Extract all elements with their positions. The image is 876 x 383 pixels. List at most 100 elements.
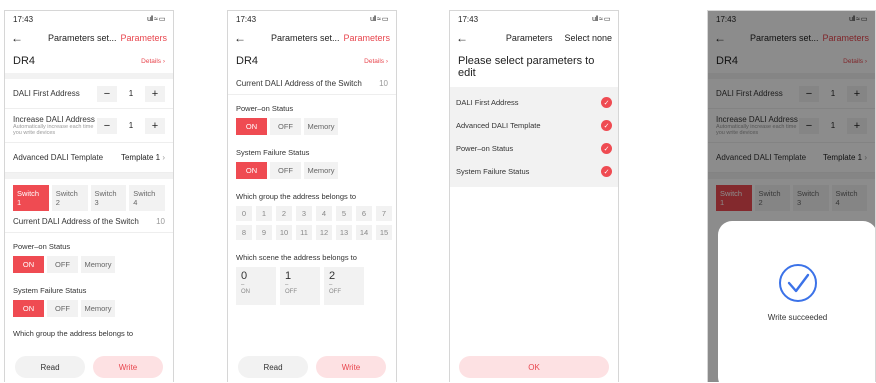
- option-off[interactable]: OFF: [270, 118, 301, 135]
- group-number[interactable]: 6: [356, 206, 372, 221]
- tab-switch-4[interactable]: Switch 4: [129, 185, 165, 211]
- system-failure-label: System Failure Status: [13, 286, 87, 295]
- parameters-button[interactable]: Parameters: [343, 33, 390, 43]
- parameter-item-dali-first-address[interactable]: DALI First Address ✓: [456, 91, 612, 114]
- status-icons: ull ≈ ▭: [147, 16, 165, 23]
- tab-switch-2[interactable]: Switch 2: [51, 185, 88, 211]
- option-memory[interactable]: Memory: [304, 118, 338, 135]
- system-failure-options: ON OFF Memory: [13, 300, 165, 317]
- success-check-icon: [778, 264, 817, 302]
- power-on-section: Power–on Status ON OFF Memory: [228, 95, 396, 139]
- group-number[interactable]: 14: [356, 225, 372, 240]
- status-bar: 17:43 ull ≈ ▭: [450, 11, 618, 27]
- increase-address-label: Increase DALI Address: [13, 114, 95, 124]
- back-arrow-icon[interactable]: ←: [11, 31, 27, 45]
- option-on[interactable]: ON: [13, 300, 44, 317]
- minus-button[interactable]: −: [97, 117, 117, 134]
- option-memory[interactable]: Memory: [304, 162, 338, 179]
- page-title: Parameters set...: [270, 33, 340, 43]
- template-value: Template 1: [120, 153, 161, 162]
- details-link[interactable]: Details ›: [141, 58, 165, 65]
- parameter-item-system-failure[interactable]: System Failure Status ✓: [456, 160, 612, 183]
- group-number[interactable]: 13: [336, 225, 352, 240]
- parameter-label: DALI First Address: [456, 98, 519, 107]
- scene-section: Which scene the address belongs to 0 – O…: [228, 244, 396, 309]
- device-name: DR4: [236, 55, 259, 67]
- scene-state: OFF: [329, 289, 341, 296]
- option-memory[interactable]: Memory: [81, 300, 115, 317]
- tab-switch-3[interactable]: Switch 3: [90, 185, 127, 211]
- group-number[interactable]: 11: [296, 225, 312, 240]
- power-on-options: ON OFF Memory: [236, 118, 388, 135]
- write-button[interactable]: Write: [316, 356, 386, 378]
- parameter-label: Advanced DALI Template: [456, 121, 541, 130]
- stepper-value[interactable]: 1: [121, 121, 141, 130]
- bottom-action-bar: Read Write: [5, 352, 173, 382]
- scene-dash: –: [285, 282, 289, 288]
- select-none-button[interactable]: Select none: [564, 33, 612, 43]
- option-off[interactable]: OFF: [47, 300, 78, 317]
- group-number[interactable]: 15: [376, 225, 392, 240]
- group-number[interactable]: 12: [316, 225, 332, 240]
- status-bar: 17:43 ull ≈ ▭: [228, 11, 396, 27]
- group-number[interactable]: 10: [276, 225, 292, 240]
- plus-button[interactable]: +: [145, 85, 165, 102]
- group-number[interactable]: 2: [276, 206, 292, 221]
- parameter-item-advanced-template[interactable]: Advanced DALI Template ✓: [456, 114, 612, 137]
- phone-screen-write-succeeded: 17:43 ull ≈ ▭ ← Parameters set... Parame…: [707, 10, 876, 382]
- details-link[interactable]: Details ›: [364, 58, 388, 65]
- power-on-options: ON OFF Memory: [13, 256, 165, 273]
- stepper-value[interactable]: 1: [121, 89, 141, 98]
- read-button[interactable]: Read: [238, 356, 308, 378]
- select-parameters-heading: Please select parameters to edit: [458, 55, 595, 79]
- scene-card[interactable]: 1 – OFF: [280, 267, 320, 305]
- nav-bar: ← Parameters set... Parameters: [5, 27, 173, 49]
- scene-card[interactable]: 2 – OFF: [324, 267, 364, 305]
- back-arrow-icon[interactable]: ←: [234, 31, 250, 45]
- option-off[interactable]: OFF: [270, 162, 301, 179]
- option-on[interactable]: ON: [236, 118, 267, 135]
- ok-button[interactable]: OK: [459, 356, 609, 378]
- read-button[interactable]: Read: [15, 356, 85, 378]
- group-number[interactable]: 1: [256, 206, 272, 221]
- plus-button[interactable]: +: [145, 117, 165, 134]
- nav-bar: ← Parameters set... Parameters: [228, 27, 396, 49]
- check-icon[interactable]: ✓: [601, 120, 612, 131]
- group-number[interactable]: 3: [296, 206, 312, 221]
- group-number[interactable]: 0: [236, 206, 252, 221]
- phone-screen-parameter-settings: 17:43 ull ≈ ▭ ← Parameters set... Parame…: [4, 10, 174, 382]
- scene-card[interactable]: 0 – ON: [236, 267, 276, 305]
- template-row[interactable]: Advanced DALI Template Template 1 ›: [5, 143, 173, 173]
- option-on[interactable]: ON: [236, 162, 267, 179]
- parameters-button[interactable]: Parameters: [120, 33, 167, 43]
- tab-switch-1[interactable]: Switch 1: [13, 185, 49, 211]
- check-icon[interactable]: ✓: [601, 143, 612, 154]
- success-message: Write succeeded: [767, 313, 828, 322]
- current-address-row: Current DALI Address of the Switch 10: [5, 211, 173, 233]
- check-icon[interactable]: ✓: [601, 97, 612, 108]
- current-address-label: Current DALI Address of the Switch: [236, 79, 362, 88]
- chevron-right-icon: ›: [162, 153, 165, 162]
- option-on[interactable]: ON: [13, 256, 44, 273]
- increase-address-row: Increase DALI Address Automatically incr…: [5, 109, 173, 143]
- status-icons: ull ≈ ▭: [370, 16, 388, 23]
- group-number[interactable]: 7: [376, 206, 392, 221]
- parameter-label: System Failure Status: [456, 167, 530, 176]
- phone-screen-select-parameters: 17:43 ull ≈ ▭ ← Parameters Select none P…: [449, 10, 619, 382]
- group-section: Which group the address belongs to: [5, 321, 173, 342]
- template-label: Advanced DALI Template: [13, 153, 104, 162]
- back-arrow-icon[interactable]: ←: [456, 31, 472, 45]
- minus-button[interactable]: −: [97, 85, 117, 102]
- group-number[interactable]: 9: [256, 225, 272, 240]
- group-number[interactable]: 8: [236, 225, 252, 240]
- dali-first-address-row: DALI First Address − 1 +: [5, 79, 173, 109]
- parameter-list: DALI First Address ✓ Advanced DALI Templ…: [450, 87, 618, 187]
- option-off[interactable]: OFF: [47, 256, 78, 273]
- check-icon[interactable]: ✓: [601, 166, 612, 177]
- power-on-section: Power–on Status ON OFF Memory: [5, 233, 173, 277]
- option-memory[interactable]: Memory: [81, 256, 115, 273]
- parameter-item-power-on[interactable]: Power–on Status ✓: [456, 137, 612, 160]
- group-number[interactable]: 4: [316, 206, 332, 221]
- group-number[interactable]: 5: [336, 206, 352, 221]
- write-button[interactable]: Write: [93, 356, 163, 378]
